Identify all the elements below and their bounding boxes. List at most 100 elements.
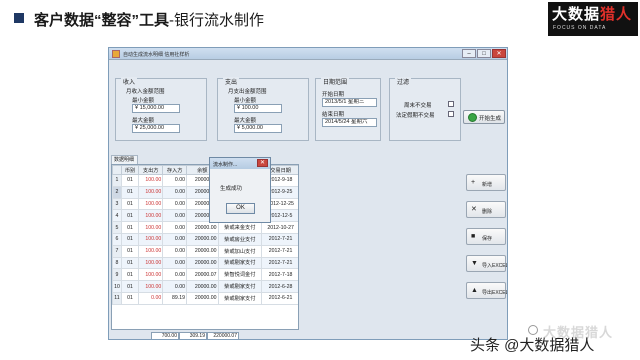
- table-row[interactable]: 401100.000.0020000.00柴或房业支付2012-12-5: [112, 209, 298, 223]
- table-cell: 20000.00: [186, 256, 219, 270]
- table-row[interactable]: 5 01 100.00 0.00 20000.00 柴或来金支付 2012-10-27: [112, 221, 298, 234]
- row-number[interactable]: 4: [112, 209, 122, 223]
- close-button[interactable]: ✕: [492, 49, 506, 58]
- table-row[interactable]: 11 01 0.00 89.19 20000.00 柴或剔家支付 2012-6-21: [112, 291, 298, 305]
- total-balance: 220000.07: [207, 332, 239, 339]
- expense-group: 支出 月支出金额范围 最小金额 ¥ 100.00 最大金额 ¥ 5,000.00: [217, 77, 309, 141]
- table-cell: 01: [120, 280, 140, 293]
- income-min-input[interactable]: ¥ 15,000.00: [132, 104, 180, 113]
- table-cell: 0.00: [162, 209, 188, 223]
- table-cell: 01: [120, 256, 140, 270]
- app-window: 自动生成流水明细 信用社样析 – □ ✕ 收入 月收入金额范围 最小金额 ¥ 1…: [108, 47, 508, 340]
- table-cell: 2012-7-21: [261, 244, 298, 258]
- table-cell: 0.00: [162, 197, 188, 211]
- save-icon: ■: [471, 233, 476, 240]
- slide-title-main: 客户数据“整容”工具: [34, 12, 170, 29]
- delete-label: 删除: [482, 209, 493, 215]
- holiday-filter-checkbox[interactable]: [448, 111, 454, 117]
- table-cell: 柴或剔家支付: [217, 256, 263, 270]
- row-number[interactable]: 8: [112, 256, 122, 270]
- row-number[interactable]: 1: [112, 174, 122, 187]
- row-number[interactable]: 10: [112, 280, 122, 293]
- table-cell: 100.00: [138, 221, 164, 234]
- table-cell: 01: [120, 221, 140, 234]
- weekend-filter-label: 周末不交易: [404, 103, 432, 109]
- table-cell: 柴或剔家支付: [217, 291, 263, 305]
- slide-title: 客户数据“整容”工具-银行流水制作: [34, 9, 264, 30]
- column-header[interactable]: 存入方: [162, 165, 188, 175]
- total-income: 309.19: [179, 332, 207, 339]
- brand-logo: 大数据猎人 FOCUS ON DATA: [548, 2, 638, 36]
- slide-title-sub: -银行流水制作: [169, 12, 265, 29]
- table-cell: 01: [120, 197, 140, 211]
- table-cell: 柴或房业支付: [217, 232, 263, 246]
- row-number[interactable]: 2: [112, 185, 122, 199]
- minimize-button[interactable]: –: [462, 49, 476, 58]
- table-row[interactable]: 201100.000.0020000.00柴或房山支付2012-9-25: [112, 185, 298, 199]
- add-button[interactable]: + 新增: [466, 174, 506, 191]
- filter-group-label: 过滤: [395, 77, 412, 86]
- dialog-close-button[interactable]: ✕: [257, 159, 268, 167]
- table-row[interactable]: 101100.000.0020000.00柴或房业支付2012-9-18: [112, 174, 298, 187]
- table-row[interactable]: 7 01 100.00 0.00 20000.00 柴或加山支付 2012-7-21: [112, 244, 298, 258]
- brand-text-a: 大数据: [552, 6, 601, 23]
- add-icon: +: [471, 179, 476, 186]
- end-date-picker[interactable]: 2014/5/24 星期六: [322, 118, 377, 127]
- table-cell: 01: [120, 291, 140, 305]
- table-cell: 89.19: [162, 291, 188, 305]
- table-row[interactable]: 9 01 100.00 0.00 20000.07 柴智悦词金付 2012-7-18: [112, 268, 298, 282]
- row-number[interactable]: 3: [112, 197, 122, 211]
- row-number[interactable]: 6: [112, 232, 122, 246]
- table-row[interactable]: 6 01 100.00 0.00 20000.00 柴或房业支付 2012-7-21: [112, 232, 298, 246]
- dialog-message: 生成成功: [220, 186, 243, 192]
- expense-max-input[interactable]: ¥ 5,000.00: [234, 124, 282, 133]
- table-cell: 0.00: [162, 232, 188, 246]
- date-range-group: 日期范围 开始日期 2013/5/1 星期三 结束日期 2014/5/24 星期…: [315, 77, 381, 141]
- save-button[interactable]: ■ 保存: [466, 228, 506, 245]
- success-dialog: 流水制作... ✕ 生成成功 OK: [209, 157, 271, 223]
- total-expense: 700.00: [151, 332, 179, 339]
- row-number[interactable]: 11: [112, 291, 122, 305]
- table-cell: 100.00: [138, 256, 164, 270]
- table-cell: 柴智悦词金付: [217, 268, 263, 282]
- dialog-ok-button[interactable]: OK: [226, 203, 255, 214]
- table-cell: 100.00: [138, 244, 164, 258]
- table-cell: 柴或来金支付: [217, 221, 263, 234]
- income-max-label: 最大金额: [132, 118, 155, 124]
- import-excel-button[interactable]: ▼ 导入EXCEL: [466, 255, 507, 272]
- brand-text-b: 猎人: [600, 6, 633, 23]
- maximize-button[interactable]: □: [477, 49, 491, 58]
- table-cell: 柴或加山支付: [217, 244, 263, 258]
- table-row[interactable]: 8 01 100.00 0.00 20000.00 柴或剔家支付 2012-7-21: [112, 256, 298, 270]
- weekend-filter-checkbox[interactable]: [448, 101, 454, 107]
- row-number[interactable]: 7: [112, 244, 122, 258]
- expense-group-label: 支出: [223, 77, 240, 86]
- table-cell: 01: [120, 174, 140, 187]
- table-row[interactable]: 10 01 100.00 0.00 20000.00 柴或剔家支付 2012-6-28: [112, 280, 298, 293]
- table-cell: 20000.00: [186, 232, 219, 246]
- table-cell: 100.00: [138, 197, 164, 211]
- income-max-input[interactable]: ¥ 25,000.00: [132, 124, 180, 133]
- dialog-titlebar[interactable]: 流水制作... ✕: [210, 158, 270, 169]
- tab-data-detail[interactable]: 数据明细: [111, 155, 138, 164]
- start-date-picker[interactable]: 2013/5/1 星期三: [322, 98, 377, 107]
- column-header[interactable]: 支出方: [138, 165, 164, 175]
- window-titlebar[interactable]: 自动生成流水明细 信用社样析 – □ ✕: [109, 48, 507, 60]
- row-number[interactable]: 5: [112, 221, 122, 234]
- export-excel-label: 导出EXCEL: [482, 290, 508, 296]
- watermark-text: 头条 @大数据猎人: [470, 337, 595, 354]
- column-header[interactable]: 币别: [120, 165, 140, 175]
- table-cell: 0.00: [162, 256, 188, 270]
- date-range-group-label: 日期范围: [321, 77, 350, 86]
- delete-button[interactable]: ✕ 删除: [466, 201, 506, 218]
- export-excel-button[interactable]: ▲ 导出EXCEL: [466, 282, 508, 299]
- table-cell: 柴或剔家支付: [217, 280, 263, 293]
- expense-min-input[interactable]: ¥ 100.00: [234, 104, 282, 113]
- row-number[interactable]: 9: [112, 268, 122, 282]
- expense-min-label: 最小金额: [234, 98, 257, 104]
- table-cell: 2012-7-21: [261, 256, 298, 270]
- table-cell: 0.00: [162, 185, 188, 199]
- start-generate-button[interactable]: 开始生成: [463, 110, 505, 124]
- table-cell: 20000.00: [186, 244, 219, 258]
- table-row[interactable]: 301100.000.0020000.00柴或房业支付2012-12-25: [112, 197, 298, 211]
